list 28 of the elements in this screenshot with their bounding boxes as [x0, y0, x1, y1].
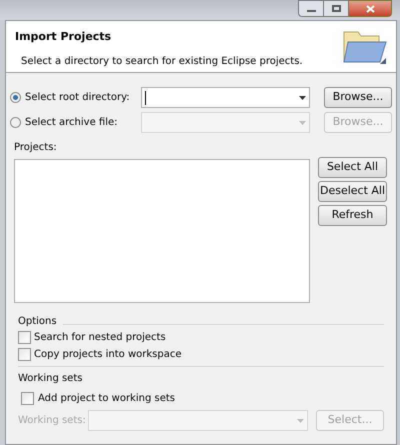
checkbox[interactable] [18, 348, 31, 361]
push-button[interactable]: Select All [318, 157, 387, 178]
options-heading: Options [18, 315, 57, 329]
push-button[interactable]: Browse... [324, 87, 392, 108]
working-sets-heading: Working sets [18, 372, 84, 386]
minimize-icon[interactable] [298, 0, 324, 17]
radio-label: Select archive file: [25, 116, 119, 130]
combo-field[interactable] [88, 410, 308, 431]
working-sets-label: Working sets: [18, 414, 86, 428]
dropdown-arrow-icon [299, 96, 306, 100]
checkbox-label: Search for nested projects [34, 331, 166, 345]
checkbox-label: Add project to working sets [38, 392, 175, 406]
checkbox-label: Copy projects into workspace [34, 348, 182, 362]
combo-field[interactable] [141, 87, 310, 108]
radio-button[interactable] [10, 92, 21, 103]
projects-list[interactable] [14, 159, 310, 303]
push-button[interactable]: Deselect All [318, 181, 387, 202]
page-description: Select a directory to search for existing Eclipse projects. [20, 54, 303, 68]
dropdown-arrow-icon [299, 120, 306, 124]
close-icon[interactable] [349, 0, 392, 17]
radio-label: Select root directory: [25, 91, 131, 105]
dropdown-arrow-icon [297, 418, 304, 422]
maximize-icon[interactable] [324, 0, 349, 17]
page-title: Import Projects [15, 29, 112, 45]
projects-label: Projects: [14, 141, 58, 155]
text-cursor [145, 90, 146, 104]
checkbox[interactable] [18, 331, 31, 344]
push-button[interactable]: Refresh [318, 205, 387, 226]
